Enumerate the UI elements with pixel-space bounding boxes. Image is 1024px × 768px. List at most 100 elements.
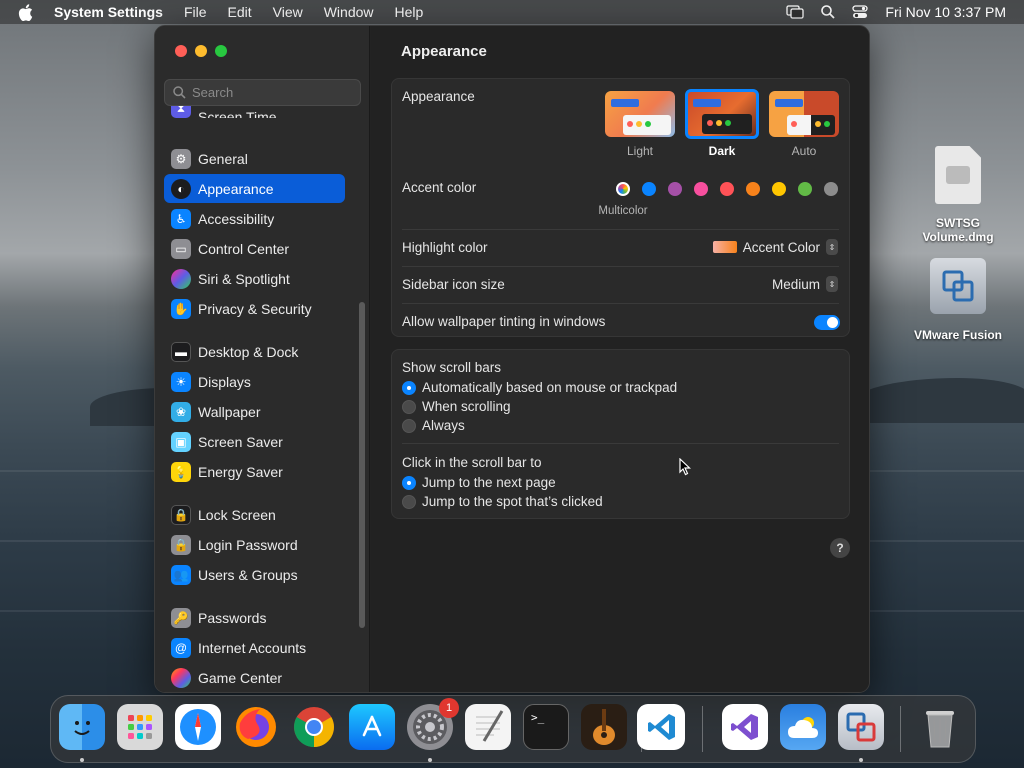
accent-blue-swatch[interactable]: [642, 182, 656, 196]
desktop-icon-swtsg-volume[interactable]: SWTSG Volume.dmg: [910, 146, 1006, 244]
spotlight-search-icon[interactable]: [821, 5, 836, 19]
appearance-option-dark-label: Dark: [708, 144, 736, 158]
appearance-option-light[interactable]: [605, 91, 675, 137]
appearance-label: Appearance: [402, 89, 475, 104]
apple-menu-icon[interactable]: [18, 3, 36, 21]
wallpaper-tinting-label: Allow wallpaper tinting in windows: [402, 314, 606, 329]
sidebar-item-desktop-dock[interactable]: ▬ Desktop & Dock: [164, 337, 345, 366]
highlight-color-popup[interactable]: Accent Color ⇕: [712, 239, 838, 255]
accent-multicolor-swatch[interactable]: [616, 182, 630, 196]
dock-app-system-settings[interactable]: 1: [407, 698, 459, 750]
sidebar-item-displays[interactable]: ☀ Displays: [164, 367, 345, 396]
dock-app-firefox[interactable]: [233, 704, 279, 750]
dock-app-safari[interactable]: [175, 704, 221, 750]
sidebar-item-lock-screen[interactable]: 🔒 Lock Screen: [164, 500, 345, 529]
lock-icon: 🔒: [171, 504, 191, 525]
menu-file[interactable]: File: [184, 4, 207, 20]
sidebar-item-users-groups[interactable]: 👥 Users & Groups: [164, 560, 345, 589]
screen-mirroring-icon[interactable]: [786, 5, 805, 19]
sidebar-item-internet-accounts[interactable]: @ Internet Accounts: [164, 633, 345, 662]
click-jump-to-spot-radio[interactable]: Jump to the spot that’s clicked: [402, 494, 603, 509]
accent-graphite-swatch[interactable]: [824, 182, 838, 196]
sidebar-item-login-password[interactable]: 🔒 Login Password: [164, 530, 345, 559]
sidebar-item-energy-saver[interactable]: 💡 Energy Saver: [164, 457, 345, 486]
siri-icon: [171, 268, 191, 289]
click-jump-next-page-radio[interactable]: Jump to the next page: [402, 475, 556, 490]
dock-app-textedit[interactable]: [465, 704, 511, 750]
dock-app-trash[interactable]: [917, 704, 963, 750]
sidebar-item-label: Appearance: [198, 180, 274, 197]
appearance-option-auto[interactable]: [769, 91, 839, 137]
menu-app-name[interactable]: System Settings: [54, 4, 163, 20]
accent-pink-swatch[interactable]: [694, 182, 708, 196]
appearance-option-dark[interactable]: [685, 89, 759, 139]
desktop-icon-vmware-fusion[interactable]: VMware Fusion: [910, 258, 1006, 342]
flower-icon: ❀: [171, 401, 191, 422]
sidebar-item-label: Screen Time: [198, 109, 277, 118]
menu-view[interactable]: View: [273, 4, 303, 20]
dock-app-vs-code[interactable]: [639, 704, 685, 750]
sidebar-item-game-center[interactable]: Game Center: [164, 663, 345, 692]
accent-purple-swatch[interactable]: [668, 182, 682, 196]
sidebar-item-appearance[interactable]: ◐ Appearance: [164, 174, 345, 203]
users-icon: 👥: [171, 564, 191, 585]
dock-app-weather[interactable]: [780, 704, 826, 750]
at-icon: @: [171, 637, 191, 658]
disk-image-icon: [935, 146, 981, 204]
accent-yellow-swatch[interactable]: [772, 182, 786, 196]
bulb-icon: 💡: [171, 461, 191, 482]
dock-app-launchpad[interactable]: [117, 704, 163, 750]
scroll-bars-automatic-radio[interactable]: Automatically based on mouse or trackpad: [402, 380, 677, 395]
sidebar-item-siri-spotlight[interactable]: Siri & Spotlight: [164, 264, 345, 293]
sidebar-item-general[interactable]: ⚙ General: [164, 144, 345, 173]
dock-app-garageband[interactable]: [581, 704, 627, 750]
dock-app-chrome[interactable]: [291, 704, 337, 750]
dock-app-app-store[interactable]: [349, 704, 395, 750]
zoom-button[interactable]: [215, 45, 227, 57]
sidebar-item-passwords[interactable]: 🔑 Passwords: [164, 603, 345, 632]
menu-bar: System Settings File Edit View Window He…: [0, 0, 1024, 24]
minimize-button[interactable]: [195, 45, 207, 57]
control-center-icon[interactable]: [852, 5, 869, 19]
radio-label: Jump to the spot that’s clicked: [422, 494, 603, 509]
sidebar-item-screen-saver[interactable]: ▣ Screen Saver: [164, 427, 345, 456]
search-icon: [173, 86, 186, 99]
scroll-bars-when-scrolling-radio[interactable]: When scrolling: [402, 399, 511, 414]
accent-red-swatch[interactable]: [720, 182, 734, 196]
running-indicator: [428, 758, 432, 762]
sidebar-item-label: Control Center: [198, 240, 290, 257]
chevron-updown-icon: ⇕: [826, 276, 838, 292]
sidebar-scrollbar[interactable]: [359, 302, 365, 628]
wallpaper-tinting-toggle[interactable]: [814, 315, 840, 330]
scroll-bars-always-radio[interactable]: Always: [402, 418, 465, 433]
scroll-bar-settings-group: Show scroll bars Automatically based on …: [391, 349, 850, 519]
sidebar-icon-size-popup[interactable]: Medium ⇕: [772, 276, 838, 292]
menu-help[interactable]: Help: [395, 4, 424, 20]
sidebar-item-privacy-security[interactable]: ✋ Privacy & Security: [164, 294, 345, 323]
sidebar-item-wallpaper[interactable]: ❀ Wallpaper: [164, 397, 345, 426]
accent-orange-swatch[interactable]: [746, 182, 760, 196]
sun-icon: ☀: [171, 371, 191, 392]
menu-clock[interactable]: Fri Nov 10 3:37 PM: [885, 4, 1006, 20]
sidebar-item-screen-time[interactable]: ⧗ Screen Time: [164, 106, 345, 118]
dock-app-finder[interactable]: [59, 704, 105, 750]
dock-app-visual-studio[interactable]: [722, 704, 768, 750]
sidebar: Search ⧗ Screen Time ⚙ General ◐ Appeara…: [155, 26, 370, 692]
sidebar-item-accessibility[interactable]: ♿ Accessibility: [164, 204, 345, 233]
highlight-color-label: Highlight color: [402, 240, 488, 255]
lock-icon: 🔒: [171, 534, 191, 555]
menu-edit[interactable]: Edit: [228, 4, 252, 20]
sidebar-item-control-center[interactable]: ▭ Control Center: [164, 234, 345, 263]
help-button[interactable]: ?: [830, 538, 850, 558]
dock-app-terminal[interactable]: >_: [523, 704, 569, 750]
sidebar-item-label: Energy Saver: [198, 463, 283, 480]
menu-window[interactable]: Window: [324, 4, 374, 20]
highlight-color-value: Accent Color: [742, 239, 820, 255]
sidebar-item-label: Lock Screen: [198, 506, 276, 523]
click-scroll-bar-label: Click in the scroll bar to: [402, 455, 542, 470]
desktop-icon: ▬: [171, 341, 191, 362]
close-button[interactable]: [175, 45, 187, 57]
search-field[interactable]: Search: [164, 79, 361, 106]
accent-green-swatch[interactable]: [798, 182, 812, 196]
dock-app-vmware-fusion[interactable]: [838, 704, 884, 750]
